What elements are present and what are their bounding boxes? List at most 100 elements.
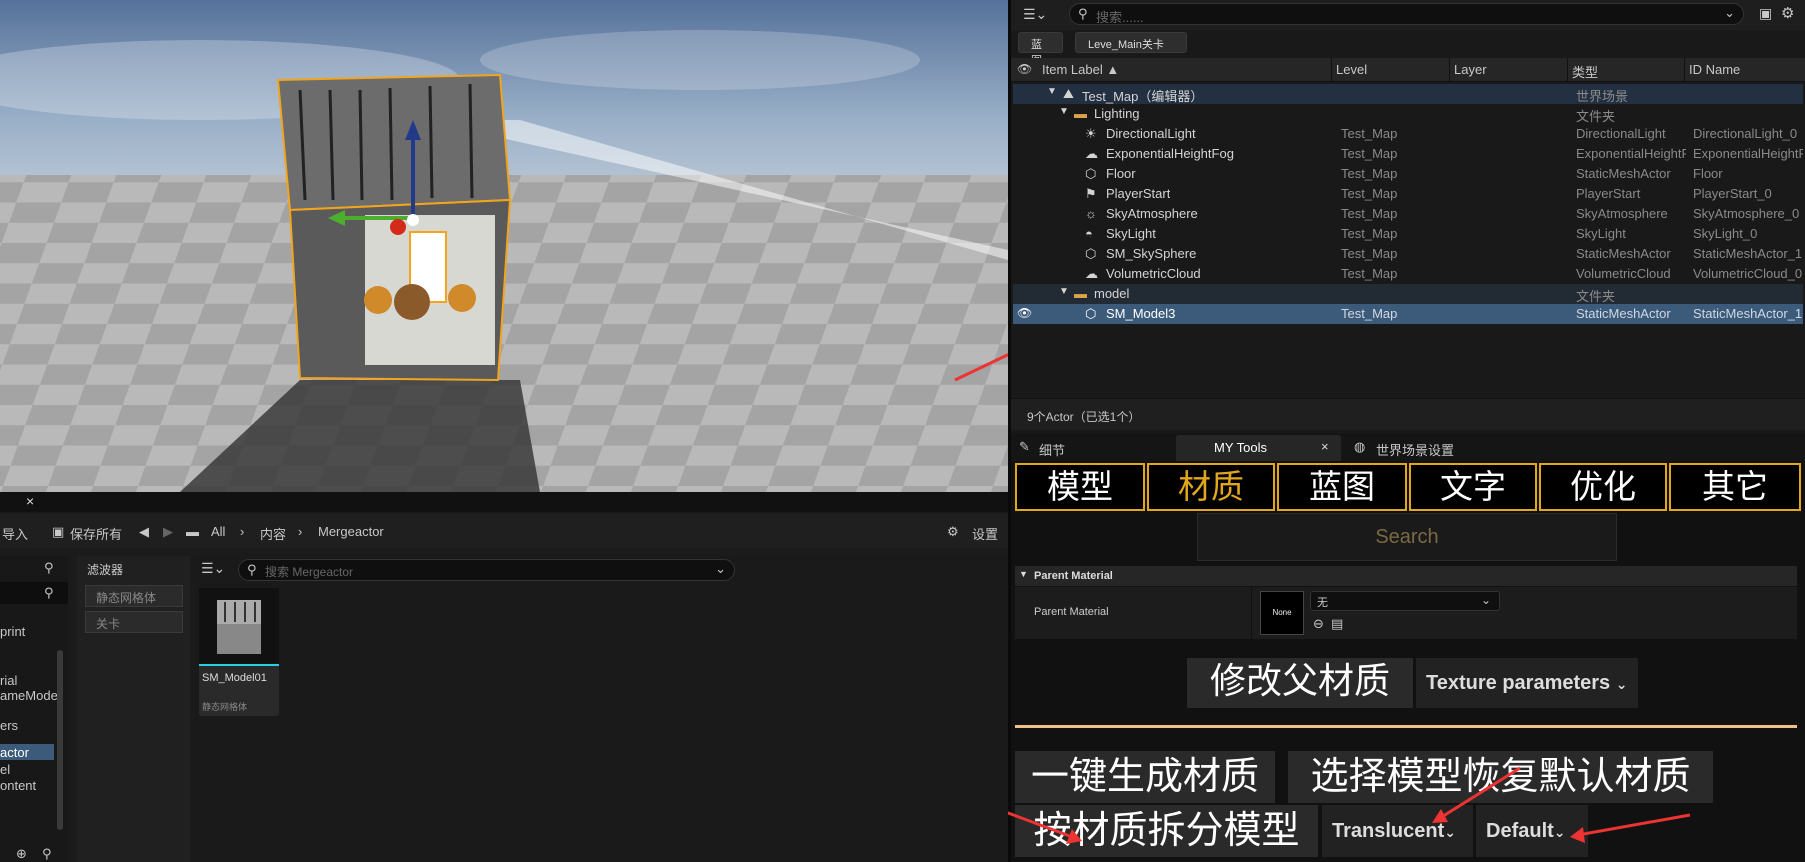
tab-world-settings[interactable]: ◍ 世界场景设置 <box>1346 433 1506 461</box>
tree-search-input[interactable]: ⚲ <box>0 582 68 604</box>
col-layer[interactable]: Layer <box>1454 62 1487 77</box>
level-viewport[interactable] <box>0 0 1008 492</box>
gear-icon[interactable]: ⚙ <box>1781 4 1794 22</box>
row-player-start[interactable]: ⚑ PlayerStart Test_Map PlayerStart Playe… <box>1013 184 1803 204</box>
chevron-down-icon: ⌄ <box>1444 824 1456 840</box>
filter-static-mesh[interactable]: 静态网格体 <box>85 585 183 607</box>
folder-add-icon[interactable]: ▣ <box>1759 5 1772 22</box>
row-test-map[interactable]: ▼ ⛰ Test_Map（编辑器） 世界场景 <box>1013 84 1803 104</box>
filters-title: 滤波器 <box>87 563 124 577</box>
tool-search-input[interactable]: Search <box>1197 513 1617 561</box>
category-material[interactable]: 材质 <box>1147 463 1275 511</box>
asset-search-input[interactable]: ⚲ 搜索 Mergeactor ⌄ <box>238 559 735 581</box>
eye-icon[interactable]: 👁 <box>1017 62 1032 76</box>
content-browser: × 导入 ▣ 保存所有 ◀ ▶ ▬ All › 内容 › Mergeactor … <box>0 492 1008 862</box>
breadcrumb-separator: › <box>240 524 245 539</box>
category-blueprint[interactable]: 蓝图 <box>1277 463 1407 511</box>
category-other[interactable]: 其它 <box>1669 463 1801 511</box>
generate-material-button[interactable]: 一键生成材质 <box>1015 751 1275 803</box>
tab-details[interactable]: ✎ 细节 <box>1011 433 1171 461</box>
tag-blueprint[interactable]: 蓝图 <box>1018 32 1063 67</box>
filter-level[interactable]: 关卡 <box>85 611 183 633</box>
add-icon[interactable]: ⊕ <box>16 846 27 862</box>
visibility-eye-icon[interactable]: 👁 <box>1017 306 1032 320</box>
outliner-search-input[interactable]: ⚲ 搜索...... ⌄ <box>1069 3 1744 25</box>
tool-category-bar: 模型 材质 蓝图 文字 优化 其它 <box>1015 463 1801 511</box>
tree-scrollbar[interactable] <box>57 650 63 830</box>
tree-item[interactable]: ameMode <box>0 688 58 703</box>
asset-thumbnail <box>199 588 279 664</box>
outliner-header: 👁 Item Label ▲ Level Layer 类型 ID Name <box>1011 58 1805 82</box>
outliner-toolbar: ☰⌄ ⚲ 搜索...... ⌄ ▣ ⚙ <box>1011 0 1805 30</box>
chevron-down-icon: ⌄ <box>1480 593 1491 607</box>
shading-mode-dropdown[interactable]: Default⌄ <box>1476 805 1588 857</box>
filters-panel: 滤波器 静态网格体 关卡 <box>77 556 190 862</box>
tree-item-selected[interactable]: actor <box>0 744 54 760</box>
search-icon[interactable]: ⚲ <box>44 560 54 576</box>
col-level[interactable]: Level <box>1336 62 1367 77</box>
expand-icon[interactable]: ▼ <box>1059 286 1069 297</box>
browse-asset-icon[interactable]: ▤ <box>1331 616 1343 632</box>
row-sm-model3-selected[interactable]: 👁 ⬡ SM_Model3 Test_Map StaticMeshActor S… <box>1013 304 1803 324</box>
row-height-fog[interactable]: ☁ ExponentialHeightFog Test_Map Exponent… <box>1013 144 1803 164</box>
row-directional-light[interactable]: ☀ DirectionalLight Test_Map DirectionalL… <box>1013 124 1803 144</box>
category-text[interactable]: 文字 <box>1409 463 1537 511</box>
close-icon[interactable]: × <box>1321 439 1329 454</box>
skylight-icon: ◓ <box>1085 226 1093 241</box>
parent-material-combo[interactable]: 无 ⌄ <box>1310 591 1500 611</box>
filter-icon[interactable]: ☰⌄ <box>201 560 225 577</box>
expand-icon[interactable]: ▼ <box>1059 106 1069 117</box>
breadcrumb-all[interactable]: All <box>211 524 225 539</box>
col-id-name[interactable]: ID Name <box>1689 62 1740 77</box>
back-icon[interactable]: ◀ <box>139 524 149 540</box>
split-by-material-button[interactable]: 按材质拆分模型 <box>1015 805 1318 857</box>
col-type[interactable]: 类型 <box>1572 62 1598 81</box>
row-sky-sphere[interactable]: ⬡ SM_SkySphere Test_Map StaticMeshActor … <box>1013 244 1803 264</box>
parent-material-row: Parent Material None 无 ⌄ ⊖ ▤ <box>1015 587 1797 639</box>
gear-icon[interactable]: ⚙ <box>947 524 959 540</box>
row-floor[interactable]: ⬡ Floor Test_Map StaticMeshActor Floor <box>1013 164 1803 184</box>
section-header-parent-material[interactable]: ▼ Parent Material <box>1015 566 1797 586</box>
world-outliner: ☰⌄ ⚲ 搜索...... ⌄ ▣ ⚙ 蓝图 Leve_Main关卡 👁 Ite… <box>1011 0 1805 433</box>
asset-tile[interactable]: SM_Model01 静态网格体 <box>199 588 279 716</box>
row-lighting-folder[interactable]: ▼ ▬ Lighting 文件夹 <box>1013 104 1803 124</box>
blend-mode-dropdown[interactable]: Translucent⌄ <box>1322 805 1473 857</box>
save-all-button[interactable]: 保存所有 <box>70 524 122 543</box>
row-volumetric-cloud[interactable]: ☁ VolumetricCloud Test_Map VolumetricClo… <box>1013 264 1803 284</box>
breadcrumb-content[interactable]: 内容 <box>260 524 286 543</box>
breadcrumb-mergeactor[interactable]: Mergeactor <box>318 524 384 539</box>
tree-item[interactable]: ers <box>0 718 18 733</box>
col-item-label[interactable]: Item Label ▲ <box>1042 62 1119 77</box>
category-model[interactable]: 模型 <box>1015 463 1145 511</box>
material-thumbnail[interactable]: None <box>1260 591 1304 635</box>
row-model-folder[interactable]: ▼ ▬ model 文件夹 <box>1013 284 1803 304</box>
tree-item[interactable]: print <box>0 624 25 639</box>
save-icon[interactable]: ▣ <box>52 524 64 540</box>
category-optimize[interactable]: 优化 <box>1539 463 1667 511</box>
change-parent-material-button[interactable]: 修改父材质 <box>1187 658 1413 708</box>
tree-item[interactable]: rial <box>0 673 17 688</box>
texture-parameters-dropdown[interactable]: Texture parameters ⌄ <box>1416 658 1638 708</box>
tab-my-tools[interactable]: MY Tools × <box>1176 435 1341 461</box>
atmosphere-icon: ☼ <box>1085 206 1097 221</box>
row-sky-atmosphere[interactable]: ☼ SkyAtmosphere Test_Map SkyAtmosphere S… <box>1013 204 1803 224</box>
chevron-down-icon[interactable]: ⌄ <box>1724 5 1735 21</box>
tree-item[interactable]: el <box>0 762 10 777</box>
search-icon[interactable]: ⚲ <box>42 846 52 862</box>
tree-item[interactable]: ontent <box>0 778 36 793</box>
filter-icon[interactable]: ☰⌄ <box>1023 6 1047 23</box>
collapse-icon[interactable]: ▼ <box>1019 569 1028 579</box>
restore-default-material-button[interactable]: 选择模型恢复默认材质 <box>1288 751 1713 803</box>
import-button[interactable]: 导入 <box>2 524 28 543</box>
settings-button[interactable]: 设置 <box>972 524 998 543</box>
forward-icon[interactable]: ▶ <box>163 524 173 540</box>
row-sky-light[interactable]: ◓ SkyLight Test_Map SkyLight SkyLight_0 <box>1013 224 1803 244</box>
tag-level-main[interactable]: Leve_Main关卡 <box>1075 32 1187 53</box>
cloud-icon: ☁ <box>1085 266 1098 281</box>
use-selected-icon[interactable]: ⊖ <box>1313 616 1324 632</box>
breadcrumb-separator: › <box>298 524 303 539</box>
close-icon[interactable]: × <box>26 493 34 509</box>
pencil-icon: ✎ <box>1019 439 1030 454</box>
folder-tree: ⚲ ⚲ print rial ameMode ers actor el onte… <box>0 556 68 862</box>
expand-icon[interactable]: ▼ <box>1047 86 1057 97</box>
